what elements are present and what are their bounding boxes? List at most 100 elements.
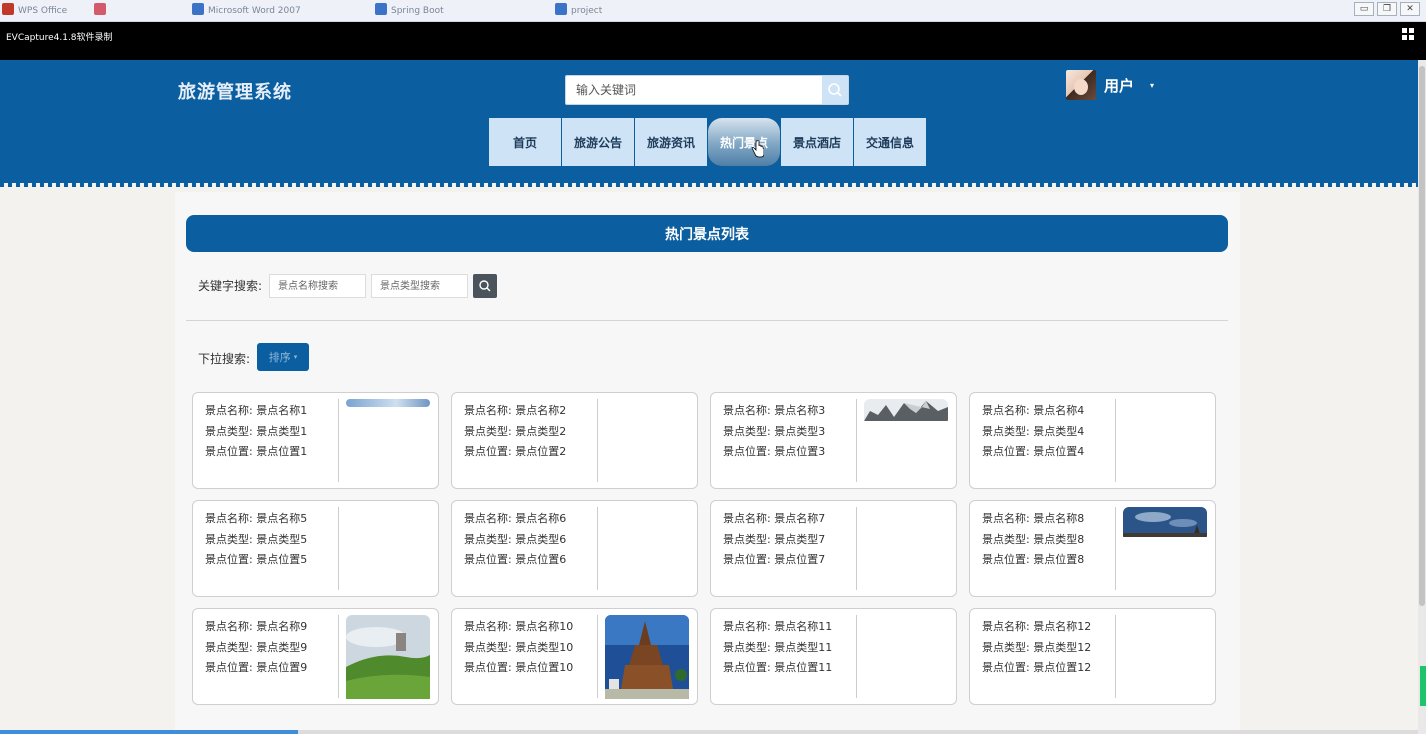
card-type: 景点类型: 景点类型3 [723,424,826,438]
card-type: 景点类型: 景点类型4 [982,424,1085,438]
attraction-name-input[interactable] [269,274,366,298]
card-name: 景点名称: 景点名称12 [982,620,1092,633]
grid-icon[interactable] [1402,28,1414,40]
card-info: 景点名称: 景点名称5 景点类型: 景点类型5 景点位置: 景点位置5 [205,509,307,571]
attraction-card[interactable]: 景点名称: 景点名称11 景点类型: 景点类型11 景点位置: 景点位置11 [710,608,957,705]
attraction-card[interactable]: 景点名称: 景点名称3 景点类型: 景点类型3 景点位置: 景点位置3 [710,392,957,489]
attraction-card[interactable]: 景点名称: 景点名称12 景点类型: 景点类型12 景点位置: 景点位置12 [969,608,1216,705]
keyword-search-label: 关键字搜索: [198,279,263,293]
card-location: 景点位置: 景点位置4 [982,445,1085,458]
card-location: 景点位置: 景点位置7 [723,553,826,566]
search-button[interactable] [822,76,848,104]
card-location: 景点位置: 景点位置12 [982,661,1092,674]
card-type: 景点类型: 景点类型10 [464,640,574,654]
scroll-thumb[interactable] [1419,66,1425,606]
divider [186,320,1228,321]
attraction-card[interactable]: 景点名称: 景点名称10 景点类型: 景点类型10 景点位置: 景点位置10 [451,608,698,705]
card-location: 景点位置: 景点位置3 [723,445,826,458]
nav-home[interactable]: 首页 [489,118,561,166]
os-tab[interactable]: WPS Office [2,3,92,19]
card-location: 景点位置: 景点位置11 [723,661,833,674]
card-divider [1115,615,1116,698]
card-info: 景点名称: 景点名称2 景点类型: 景点类型2 景点位置: 景点位置2 [464,401,566,463]
chevron-down-icon: ▾ [1150,80,1155,90]
attraction-card[interactable]: 景点名称: 景点名称9 景点类型: 景点类型9 景点位置: 景点位置9 [192,608,439,705]
main-nav: 首页 旅游公告 旅游资讯 热门景点 景点酒店 交通信息 [489,118,926,166]
card-type: 景点类型: 景点类型9 [205,640,308,654]
card-info: 景点名称: 景点名称10 景点类型: 景点类型10 景点位置: 景点位置10 [464,617,573,679]
user-menu[interactable]: 用户 ▾ [1066,70,1154,100]
card-name: 景点名称: 景点名称6 [464,512,567,525]
card-info: 景点名称: 景点名称11 景点类型: 景点类型11 景点位置: 景点位置11 [723,617,832,679]
card-info: 景点名称: 景点名称7 景点类型: 景点类型7 景点位置: 景点位置7 [723,509,825,571]
nav-announcements[interactable]: 旅游公告 [562,118,634,166]
card-location: 景点位置: 景点位置2 [464,445,567,458]
dropdown-search-label: 下拉搜索: [198,352,251,366]
os-tab[interactable]: project [555,3,735,19]
mountain-image [864,399,948,421]
restore-button[interactable]: ❐ [1377,2,1397,16]
attraction-card[interactable]: 景点名称: 景点名称1 景点类型: 景点类型1 景点位置: 景点位置1 [192,392,439,489]
card-name: 景点名称: 景点名称2 [464,404,567,417]
attraction-card[interactable]: 景点名称: 景点名称2 景点类型: 景点类型2 景点位置: 景点位置2 [451,392,698,489]
os-tab[interactable] [94,3,184,19]
card-name: 景点名称: 景点名称7 [723,512,826,525]
card-divider [856,507,857,590]
avatar [1066,70,1096,100]
search-input[interactable] [566,76,824,104]
hill-image [346,615,430,699]
vertical-scrollbar[interactable] [1418,60,1426,734]
church-image [605,615,689,699]
nav-transport[interactable]: 交通信息 [854,118,926,166]
card-name: 景点名称: 景点名称1 [205,404,308,417]
card-type: 景点类型: 景点类型5 [205,532,308,546]
attraction-image[interactable] [605,615,689,703]
nav-hotels[interactable]: 景点酒店 [781,118,853,166]
card-name: 景点名称: 景点名称9 [205,620,308,633]
word-icon [192,3,204,15]
card-type: 景点类型: 景点类型1 [205,424,308,438]
card-location: 景点位置: 景点位置8 [982,553,1085,566]
sky-image [1123,507,1207,537]
card-name: 景点名称: 景点名称10 [464,620,574,633]
card-type: 景点类型: 景点类型2 [464,424,567,438]
card-name: 景点名称: 景点名称11 [723,620,833,633]
site-header: 旅游管理系统 用户 ▾ 首页 旅游公告 旅游资讯 热门景点 景点酒店 交通信息 [0,60,1418,187]
attraction-image[interactable] [346,399,430,407]
nav-news[interactable]: 旅游资讯 [635,118,707,166]
card-divider [338,615,339,698]
card-info: 景点名称: 景点名称3 景点类型: 景点类型3 景点位置: 景点位置3 [723,401,825,463]
nav-hot-attractions[interactable]: 热门景点 [708,118,780,166]
card-type: 景点类型: 景点类型7 [723,532,826,546]
card-type: 景点类型: 景点类型6 [464,532,567,546]
card-info: 景点名称: 景点名称9 景点类型: 景点类型9 景点位置: 景点位置9 [205,617,307,679]
os-tab[interactable]: Microsoft Word 2007 [192,3,362,19]
attraction-card[interactable]: 景点名称: 景点名称8 景点类型: 景点类型8 景点位置: 景点位置8 [969,500,1216,597]
attraction-image[interactable] [346,615,430,703]
attraction-card[interactable]: 景点名称: 景点名称7 景点类型: 景点类型7 景点位置: 景点位置7 [710,500,957,597]
capture-title: EVCapture4.1.8软件录制 [6,33,113,43]
card-location: 景点位置: 景点位置10 [464,661,574,674]
keyword-search-button[interactable] [473,274,497,298]
card-info: 景点名称: 景点名称6 景点类型: 景点类型6 景点位置: 景点位置6 [464,509,566,571]
attraction-card[interactable]: 景点名称: 景点名称6 景点类型: 景点类型6 景点位置: 景点位置6 [451,500,698,597]
attraction-card[interactable]: 景点名称: 景点名称4 景点类型: 景点类型4 景点位置: 景点位置4 [969,392,1216,489]
horizontal-scrollbar[interactable] [0,730,1418,734]
search-icon [828,83,842,97]
sort-dropdown-button[interactable]: 排序 ▾ [257,343,309,371]
close-button[interactable]: ✕ [1400,2,1420,16]
os-tab-strip: WPS Office Microsoft Word 2007 Spring Bo… [0,0,1426,22]
attraction-type-input[interactable] [371,274,468,298]
card-divider [1115,399,1116,482]
attraction-image[interactable] [864,399,948,425]
card-divider [1115,507,1116,590]
os-tab[interactable]: Spring Boot [375,3,545,19]
header-search [565,75,849,105]
attraction-card[interactable]: 景点名称: 景点名称5 景点类型: 景点类型5 景点位置: 景点位置5 [192,500,439,597]
minimize-button[interactable]: ▭ [1354,2,1374,16]
card-name: 景点名称: 景点名称4 [982,404,1085,417]
card-type: 景点类型: 景点类型11 [723,640,833,654]
attraction-image[interactable] [1123,507,1207,541]
section-title: 热门景点列表 [186,215,1228,252]
card-divider [597,399,598,482]
